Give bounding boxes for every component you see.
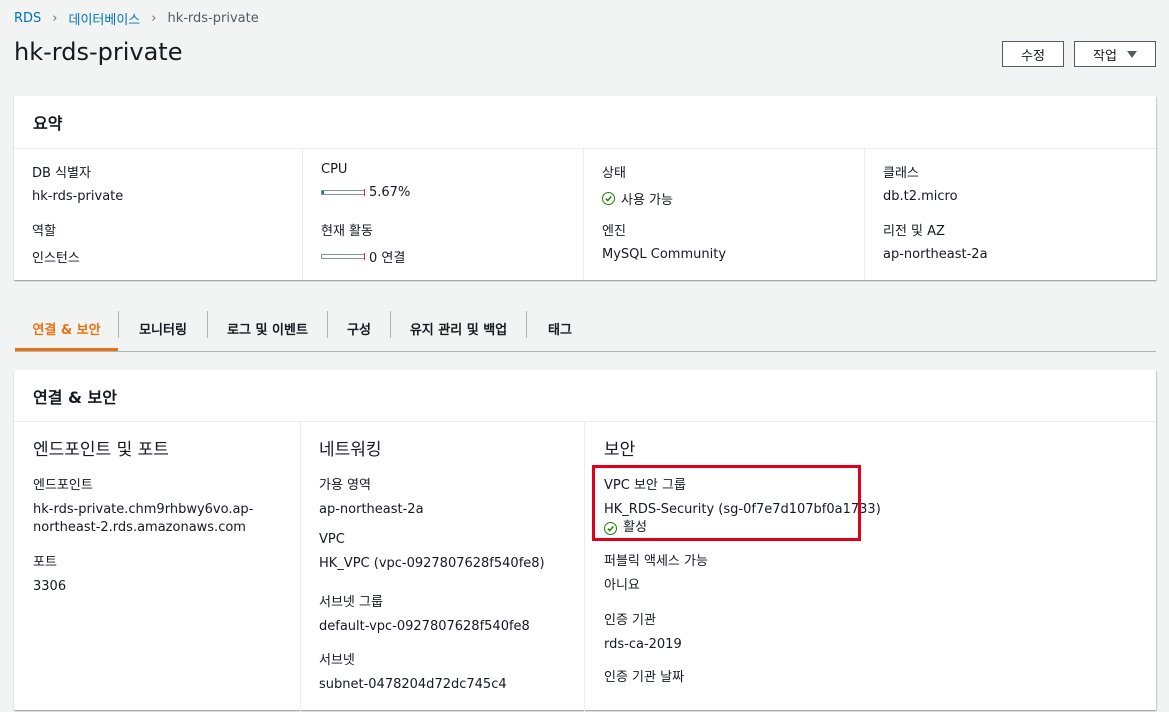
actions-button-label: 작업 — [1093, 48, 1117, 64]
endpoint-section-title: 엔드포인트 및 포트 — [33, 440, 169, 460]
edit-button-label: 수정 — [1021, 48, 1045, 64]
tab-monitoring[interactable]: 모니터링 — [119, 306, 207, 351]
breadcrumb-databases-link[interactable]: 데이터베이스 — [69, 9, 141, 28]
subnets-label: 서브넷 — [319, 653, 355, 668]
chevron-right-icon: › — [52, 11, 58, 26]
db-identifier-value: hk-rds-private — [32, 189, 124, 204]
certificate-authority-field: 인증 기관 rds-ca-2019 — [604, 609, 682, 654]
cpu: CPU 5.67% — [321, 162, 410, 200]
tab-connectivity-security[interactable]: 연결 & 보안 — [15, 306, 118, 351]
ca-date-label: 인증 기관 날짜 — [604, 670, 685, 685]
networking-title: 네트워킹 — [319, 440, 382, 460]
summary-column-3: 상태 사용 가능 엔진 MySQL Community — [583, 148, 865, 280]
class: 클래스 db.t2.micro — [883, 162, 958, 204]
endpoint-value: hk-rds-private.chm9rhbwy6vo.ap- northeas… — [33, 501, 253, 537]
summary-column-1: DB 식별자 hk-rds-private 역할 인스턴스 — [14, 148, 302, 280]
subnet-group-field: 서브넷 그룹 default-vpc-0927807628f540fe8 — [319, 591, 530, 636]
engine-label: 엔진 — [602, 224, 626, 239]
activity-bar-end — [364, 253, 365, 260]
summary-title: 요약 — [14, 96, 1156, 149]
az-value: ap-northeast-2a — [319, 502, 424, 517]
availability-zone-field: 가용 영역 ap-northeast-2a — [319, 474, 424, 519]
ca-value: rds-ca-2019 — [604, 637, 682, 652]
activity-value-row: 0 연결 — [321, 247, 405, 266]
endpoint-port-column: 엔드포인트 및 포트 엔드포인트 hk-rds-private.chm9rhbw… — [14, 422, 300, 712]
endpoint-label: 엔드포인트 — [33, 478, 93, 493]
breadcrumb-current: hk-rds-private — [167, 11, 259, 26]
summary-column-4: 클래스 db.t2.micro 리전 및 AZ ap-northeast-2a — [864, 148, 1157, 280]
region-az: 리전 및 AZ ap-northeast-2a — [883, 220, 988, 262]
class-value: db.t2.micro — [883, 189, 958, 204]
cpu-usage-bar-fill — [322, 191, 325, 194]
endpoint-value-line1: hk-rds-private.chm9rhbwy6vo.ap- — [33, 502, 254, 517]
region-label: 리전 및 AZ — [883, 224, 945, 239]
engine: 엔진 MySQL Community — [602, 220, 726, 262]
cpu-value-row: 5.67% — [321, 185, 410, 200]
tab-logs-events[interactable]: 로그 및 이벤트 — [208, 306, 327, 351]
az-label: 가용 영역 — [319, 478, 371, 493]
summary-column-2: CPU 5.67% 현재 활동 0 연결 — [302, 148, 584, 280]
class-label: 클래스 — [883, 166, 919, 181]
subnet-link[interactable]: subnet-0478204d72dc745c4 — [319, 676, 507, 694]
check-circle-icon — [602, 192, 615, 205]
current-activity: 현재 활동 0 연결 — [321, 220, 405, 266]
status: 상태 사용 가능 — [602, 162, 673, 208]
connectivity-title: 연결 & 보안 — [14, 370, 1156, 422]
caret-down-icon — [1126, 50, 1137, 58]
role-label: 역할 — [32, 224, 56, 239]
breadcrumb-rds-link[interactable]: RDS — [14, 11, 41, 26]
public-access-label: 퍼블릭 액세스 가능 — [604, 554, 708, 569]
public-access-field: 퍼블릭 액세스 가능 아니요 — [604, 550, 708, 595]
port-value: 3306 — [33, 579, 67, 594]
subnet-group-label: 서브넷 그룹 — [319, 595, 383, 610]
summary-panel: 요약 DB 식별자 hk-rds-private 역할 인스턴스 CPU 5.6… — [14, 96, 1156, 280]
tab-tags[interactable]: 태그 — [527, 306, 593, 351]
tab-maintenance-backups[interactable]: 유지 관리 및 백업 — [391, 306, 526, 351]
activity-label: 현재 활동 — [321, 224, 373, 239]
page-title: hk-rds-private — [14, 38, 183, 66]
cpu-bar-end — [364, 189, 365, 196]
status-label: 상태 — [602, 166, 626, 181]
networking-column: 네트워킹 가용 영역 ap-northeast-2a VPC HK_VPC (v… — [300, 422, 585, 712]
region-value: ap-northeast-2a — [883, 247, 988, 262]
security-group-highlight-box — [592, 465, 861, 541]
detail-tabs: 연결 & 보안 모니터링 로그 및 이벤트 구성 유지 관리 및 백업 태그 — [15, 306, 1156, 352]
subnets-field: 서브넷 subnet-0478204d72dc745c4 — [319, 649, 507, 694]
endpoint-field: 엔드포인트 hk-rds-private.chm9rhbwy6vo.ap- no… — [33, 474, 253, 537]
port-label: 포트 — [33, 555, 57, 570]
vpc-field: VPC HK_VPC (vpc-0927807628f540fe8) — [319, 532, 545, 573]
vpc-link[interactable]: HK_VPC (vpc-0927807628f540fe8) — [319, 555, 545, 573]
endpoint-value-line2: northeast-2.rds.amazonaws.com — [33, 520, 246, 535]
activity-bar — [321, 253, 365, 260]
ca-label: 인증 기관 — [604, 613, 656, 628]
certificate-authority-date-field: 인증 기관 날짜 — [604, 666, 684, 685]
db-identifier-label: DB 식별자 — [32, 166, 91, 181]
activity-value: 0 연결 — [369, 251, 406, 266]
actions-dropdown-button[interactable]: 작업 — [1074, 41, 1156, 67]
vpc-label: VPC — [319, 532, 345, 547]
public-access-value: 아니요 — [604, 578, 640, 593]
connectivity-security-panel: 연결 & 보안 엔드포인트 및 포트 엔드포인트 hk-rds-private.… — [14, 370, 1156, 712]
subnet-group-value: default-vpc-0927807628f540fe8 — [319, 619, 530, 634]
cpu-usage-bar — [321, 189, 365, 196]
db-identifier: DB 식별자 hk-rds-private — [32, 162, 123, 204]
role-value: 인스턴스 — [32, 251, 80, 266]
role: 역할 인스턴스 — [32, 220, 80, 266]
engine-value: MySQL Community — [602, 247, 727, 262]
security-title: 보안 — [604, 440, 636, 460]
breadcrumb: RDS › 데이터베이스 › hk-rds-private — [14, 9, 259, 28]
status-value: 사용 가능 — [621, 193, 673, 208]
port-field: 포트 3306 — [33, 551, 66, 596]
tab-configuration[interactable]: 구성 — [328, 306, 390, 351]
cpu-value: 5.67% — [369, 185, 411, 200]
status-value-row: 사용 가능 — [602, 189, 673, 208]
edit-button[interactable]: 수정 — [1002, 41, 1064, 67]
cpu-label: CPU — [321, 162, 348, 177]
chevron-right-icon: › — [151, 11, 157, 26]
